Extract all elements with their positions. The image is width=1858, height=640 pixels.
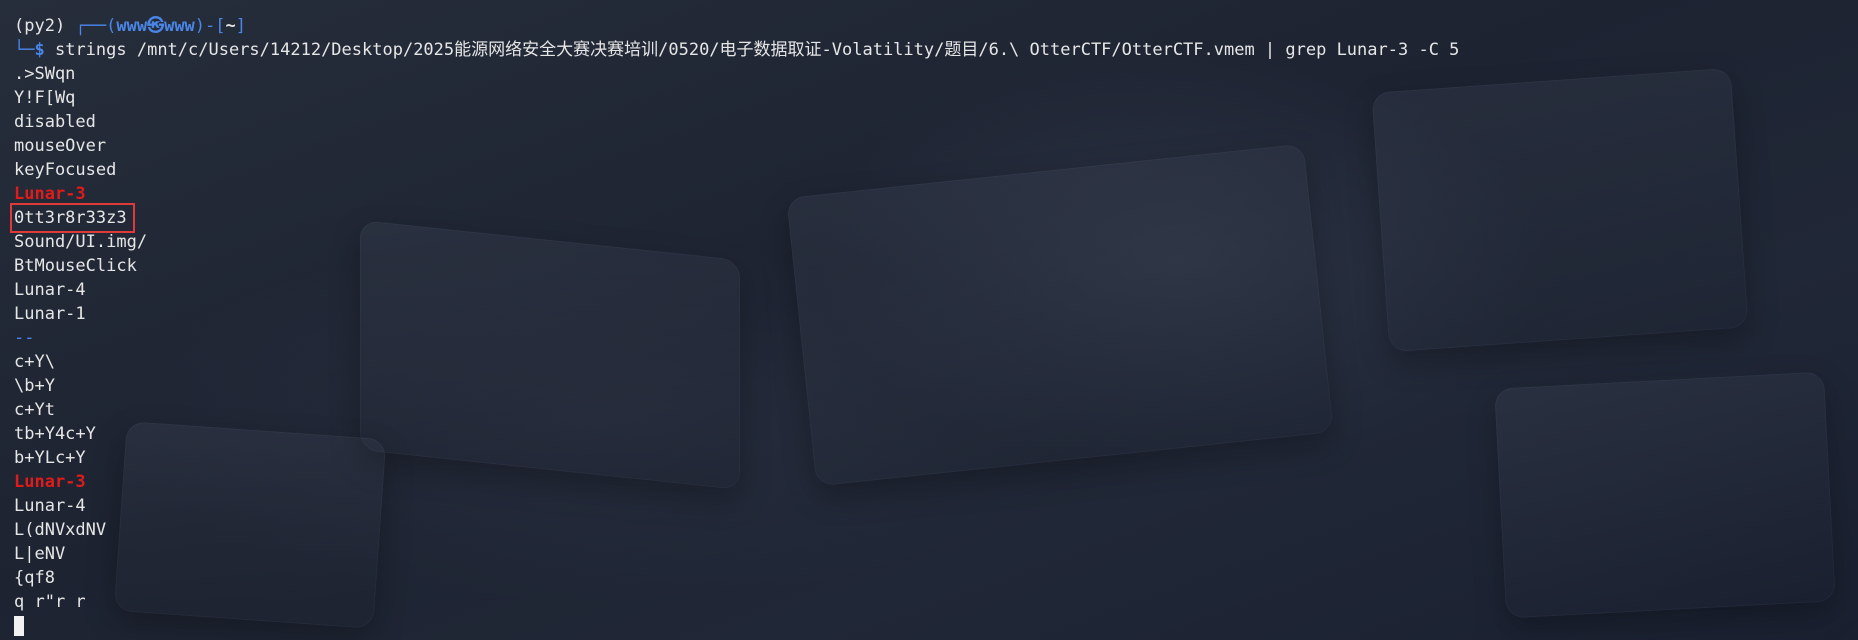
output-line: -- <box>14 326 1858 350</box>
prompt-frame-bottom: └─ <box>14 40 35 60</box>
virtualenv-label: (py2) <box>14 16 76 36</box>
output-text: Lunar-4 <box>14 496 86 516</box>
cursor-line[interactable] <box>14 614 1858 638</box>
output-text: Lunar-1 <box>14 304 86 324</box>
output-text: keyFocused <box>14 160 117 180</box>
output-line: Lunar-3 <box>14 182 1858 206</box>
output-line: L(dNVxdNV <box>14 518 1858 542</box>
output-text: BtMouseClick <box>14 256 137 276</box>
prompt-frame-top: ┌──( <box>75 16 117 36</box>
output-text: L(dNVxdNV <box>14 520 107 540</box>
prompt-user-host: www㉿www <box>116 16 195 36</box>
output-line: Sound/UI.img/ <box>14 230 1858 254</box>
output-text: tb+Y4c+Y <box>14 424 96 444</box>
output-line: Lunar-4 <box>14 278 1858 302</box>
output-line: L|eNV <box>14 542 1858 566</box>
output-text: Y!F[Wq <box>14 88 76 108</box>
output-line: 0tt3r8r33z3 <box>10 203 1858 233</box>
command-output: .>SWqn Y!F[Wq disabled mouseOver keyFocused L… <box>10 62 1858 614</box>
output-line: \b+Y <box>14 374 1858 398</box>
highlighted-password-text: 0tt3r8r33z3 <box>10 203 135 233</box>
output-line: keyFocused <box>14 158 1858 182</box>
terminal-output: (py2) ┌──(www㉿www)-[~] └─$ strings /mnt/… <box>10 14 1858 638</box>
grep-match-text: Lunar-3 <box>14 184 86 204</box>
output-line: Lunar-3 <box>14 470 1858 494</box>
output-line: c+Yt <box>14 398 1858 422</box>
prompt-line-1: (py2) ┌──(www㉿www)-[~] <box>14 14 1858 38</box>
output-text: {qf8 <box>14 568 55 588</box>
output-line: q r"r r <box>14 590 1858 614</box>
grep-match-text: Lunar-3 <box>14 472 86 492</box>
output-text: mouseOver <box>14 136 107 156</box>
output-line: Lunar-4 <box>14 494 1858 518</box>
prompt-line-2: └─$ strings /mnt/c/Users/14212/Desktop/2… <box>14 38 1858 62</box>
prompt-cwd: ~ <box>225 16 236 36</box>
output-text: Sound/UI.img/ <box>14 232 148 252</box>
output-line: Y!F[Wq <box>14 86 1858 110</box>
grep-separator: -- <box>14 328 35 348</box>
output-line: Lunar-1 <box>14 302 1858 326</box>
output-line: b+YLc+Y <box>14 446 1858 470</box>
output-text: .>SWqn <box>14 64 76 84</box>
prompt-frame-end: ] <box>235 16 247 36</box>
output-text: \b+Y <box>14 376 55 396</box>
output-text: q r"r r <box>14 592 86 612</box>
output-line: tb+Y4c+Y <box>14 422 1858 446</box>
output-text: b+YLc+Y <box>14 448 86 468</box>
output-text: disabled <box>14 112 96 132</box>
prompt-frame-mid: )-[ <box>194 16 226 36</box>
output-line: .>SWqn <box>14 62 1858 86</box>
output-line: BtMouseClick <box>14 254 1858 278</box>
prompt-dollar: $ <box>34 40 45 60</box>
output-line: disabled <box>14 110 1858 134</box>
output-text: c+Yt <box>14 400 55 420</box>
output-line: c+Y\ <box>14 350 1858 374</box>
output-line: mouseOver <box>14 134 1858 158</box>
output-text: c+Y\ <box>14 352 55 372</box>
output-line: {qf8 <box>14 566 1858 590</box>
output-text: Lunar-4 <box>14 280 86 300</box>
text-cursor <box>14 616 24 636</box>
terminal-window[interactable]: (py2) ┌──(www㉿www)-[~] └─$ strings /mnt/… <box>0 0 1858 640</box>
output-text: L|eNV <box>14 544 66 564</box>
command-text[interactable]: strings /mnt/c/Users/14212/Desktop/2025能… <box>45 40 1459 60</box>
